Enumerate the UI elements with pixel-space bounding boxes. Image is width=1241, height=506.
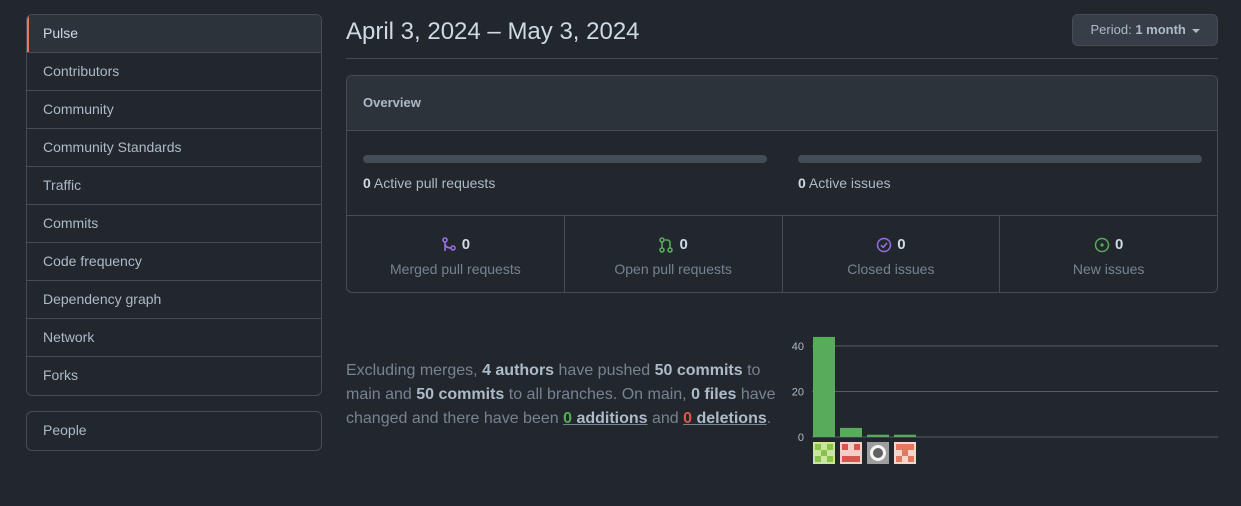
active-pull-requests-label: Active pull requests — [373, 175, 496, 191]
deletions-word: deletions — [696, 410, 767, 427]
contributor-avatar[interactable] — [840, 442, 862, 464]
sidebar-item-pulse[interactable]: Pulse — [27, 15, 321, 53]
merged-pull-requests-stat[interactable]: 0 Merged pull requests — [347, 216, 565, 292]
deletions-link[interactable]: 0 deletions — [683, 410, 767, 427]
sidebar-item-community[interactable]: Community — [27, 91, 321, 129]
open-pull-requests-count: 0 — [679, 236, 688, 253]
merged-pull-requests-count: 0 — [461, 236, 471, 253]
active-issues[interactable]: 0 Active issues — [798, 175, 1202, 191]
closed-issue-icon — [876, 237, 892, 252]
period-value: 1 month — [1135, 22, 1186, 37]
merged-pull-requests-label: Merged pull requests — [390, 260, 521, 277]
caret-down-icon — [1191, 28, 1200, 33]
open-pr-icon — [659, 236, 674, 253]
overview-progress-section: 0 Active pull requests 0 Active issues — [347, 131, 1217, 216]
additions-link[interactable]: 0 additions — [563, 410, 647, 427]
sidebar-item-community-standards[interactable]: Community Standards — [27, 129, 321, 167]
pull-requests-progress-bar — [363, 155, 767, 163]
sidebar-item-dependency-graph[interactable]: Dependency graph — [27, 281, 321, 319]
closed-issues-stat[interactable]: 0 Closed issues — [783, 216, 1001, 292]
new-issues-stat[interactable]: 0 New issues — [1000, 216, 1217, 292]
sidebar-item-people[interactable]: People — [27, 412, 321, 450]
active-pull-requests[interactable]: 0 Active pull requests — [363, 175, 767, 191]
people-sidebar: People — [26, 411, 322, 451]
page-title: April 3, 2024 – May 3, 2024 — [346, 18, 640, 45]
period-prefix: Period: — [1090, 22, 1132, 37]
active-pull-requests-count: 0 — [363, 175, 371, 191]
sidebar-item-contributors[interactable]: Contributors — [27, 53, 321, 91]
new-issues-count: 0 — [1114, 236, 1124, 253]
summary-text-6: and — [647, 410, 684, 427]
closed-issues-count: 0 — [897, 236, 906, 253]
commit-bar[interactable] — [894, 434, 916, 437]
new-issue-icon — [1094, 237, 1110, 252]
insights-sidebar: Pulse Contributors Community Community S… — [26, 14, 322, 396]
period-dropdown-button[interactable]: Period: 1 month — [1072, 14, 1218, 46]
active-issues-label: Active issues — [808, 175, 891, 191]
commit-bar[interactable] — [813, 336, 835, 437]
additions-count: 0 — [563, 410, 572, 427]
active-issues-count: 0 — [798, 175, 806, 191]
new-issues-label: New issues — [1072, 260, 1145, 277]
contributors-chart: 0 20 40 — [784, 330, 1218, 473]
header-divider — [346, 58, 1218, 59]
sidebar-item-code-frequency[interactable]: Code frequency — [27, 243, 321, 281]
commit-bar[interactable] — [840, 427, 862, 437]
summary-text-1: Excluding merges, — [346, 362, 483, 379]
overview-panel: Overview 0 Active pull requests 0 Active… — [346, 75, 1218, 293]
contributor-avatar[interactable] — [813, 442, 835, 464]
files-changed-count: 0 files — [691, 386, 737, 403]
commits-bar-chart: 0 20 40 — [792, 336, 1218, 464]
issues-progress-bar — [798, 155, 1202, 163]
y-tick-label: 0 — [798, 432, 804, 444]
commit-bar[interactable] — [867, 434, 889, 437]
summary-text-7: . — [766, 410, 772, 427]
authors-count: 4 authors — [482, 362, 555, 379]
contributor-avatar[interactable] — [867, 442, 889, 464]
sidebar-item-traffic[interactable]: Traffic — [27, 167, 321, 205]
commits-main-count: 50 commits — [654, 362, 743, 379]
closed-issues-label: Closed issues — [847, 260, 935, 277]
overview-stats-row: 0 Merged pull requests 0 Open pull reque… — [347, 216, 1217, 292]
overview-title: Overview — [347, 76, 1217, 131]
open-pull-requests-label: Open pull requests — [614, 260, 732, 277]
open-pull-requests-stat[interactable]: 0 Open pull requests — [565, 216, 783, 292]
sidebar-item-forks[interactable]: Forks — [27, 357, 321, 395]
sidebar-item-commits[interactable]: Commits — [27, 205, 321, 243]
y-tick-label: 20 — [792, 387, 804, 399]
additions-word: additions — [576, 410, 648, 427]
contributor-avatar[interactable] — [894, 442, 916, 464]
commit-summary: Excluding merges, 4 authors have pushed … — [346, 359, 776, 431]
summary-text-4: to all branches. On main, — [504, 386, 692, 403]
merged-pr-icon — [441, 236, 456, 251]
sidebar-item-network[interactable]: Network — [27, 319, 321, 357]
deletions-count: 0 — [683, 410, 693, 427]
summary-text-2: have pushed — [554, 362, 655, 379]
y-tick-label: 40 — [792, 341, 804, 353]
commits-all-count: 50 commits — [416, 386, 505, 403]
